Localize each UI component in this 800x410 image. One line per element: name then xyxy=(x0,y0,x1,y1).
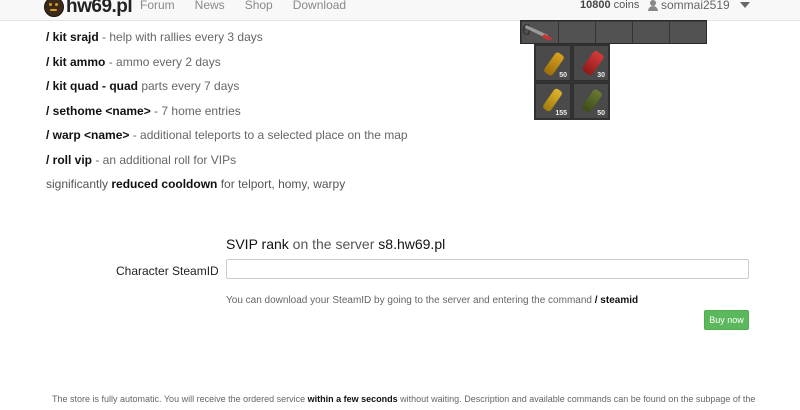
ammo-slot: 30 xyxy=(573,45,609,81)
feature-description: parts every 7 days xyxy=(138,79,240,93)
coins-label: coins xyxy=(613,0,640,11)
buy-now-button[interactable]: Buy now xyxy=(704,310,749,330)
site-logo[interactable]: hw69.pl xyxy=(44,0,133,18)
slot-count: 155 xyxy=(555,110,567,117)
rank-name: SVIP rank xyxy=(226,236,289,252)
hint-text: You can download your SteamID by going t… xyxy=(226,295,595,306)
logo-text: hw69.pl xyxy=(66,0,133,17)
feature-description: - help with rallies every 3 days xyxy=(98,30,263,44)
coins-balance: 10800 coins xyxy=(580,0,639,11)
title-connector: on the server xyxy=(288,236,379,252)
user-menu[interactable]: sommai2519 xyxy=(648,0,730,12)
feature-item: / kit ammo - ammo every 2 days xyxy=(46,53,506,78)
chevron-down-icon[interactable] xyxy=(740,2,750,8)
username: sommai2519 xyxy=(661,0,730,12)
slot-count: 50 xyxy=(597,110,605,117)
feature-command: / kit ammo xyxy=(46,54,106,69)
ammo-slot: 50 xyxy=(535,45,571,81)
slot-count: 50 xyxy=(559,72,567,79)
hint-command: / steamid xyxy=(594,295,639,306)
ammo-pistol-icon xyxy=(541,87,564,113)
slot-count: 30 xyxy=(597,72,605,79)
feature-command: / kit quad - quad xyxy=(46,79,138,93)
feature-description: - an additional roll for VIPs xyxy=(92,152,237,167)
rifle-icon xyxy=(525,25,552,41)
feature-command: / sethome <name> xyxy=(46,103,151,118)
nav-shop[interactable]: Shop xyxy=(245,0,273,12)
vip-features-list: / kit srajd - help with rallies every 3 … xyxy=(46,28,506,193)
cooldown-note-pre: significantly xyxy=(46,177,112,191)
feature-description: - ammo every 2 days xyxy=(105,54,221,69)
inventory-row-image: 6 xyxy=(520,20,707,44)
main-nav: Forum News Shop Download xyxy=(140,0,346,12)
inventory-slot: 6 xyxy=(522,22,559,43)
inventory-slot xyxy=(670,22,706,43)
ammo-slot: 155 xyxy=(535,83,571,119)
ammo-slot: 50 xyxy=(573,83,609,119)
steamid-input[interactable] xyxy=(226,259,749,279)
steamid-hint: You can download your SteamID by going t… xyxy=(226,295,638,306)
store-info-footer: The store is fully automatic. You will r… xyxy=(52,394,755,404)
nav-news[interactable]: News xyxy=(195,0,225,12)
feature-item: / kit quad - quad parts every 7 days xyxy=(46,77,506,102)
footer-post: without waiting. Description and availab… xyxy=(397,394,756,404)
user-icon xyxy=(648,0,658,11)
feature-item: / kit srajd - help with rallies every 3 … xyxy=(46,28,506,53)
server-name: s8.hw69.pl xyxy=(378,236,446,252)
coins-value: 10800 xyxy=(580,0,611,11)
nav-forum[interactable]: Forum xyxy=(140,0,175,12)
cooldown-note: significantly reduced cooldown for telpo… xyxy=(46,175,506,193)
purchase-title: SVIP rank on the server s8.hw69.pl xyxy=(226,236,445,252)
feature-command: / kit srajd xyxy=(46,30,99,44)
ammo-kit-image: 50 30 155 50 xyxy=(534,44,610,120)
feature-description: - 7 home entries xyxy=(150,103,241,118)
inventory-slot xyxy=(559,22,596,43)
feature-item: / warp <name> - additional teleports to … xyxy=(46,126,506,151)
feature-description: - additional teleports to a selected pla… xyxy=(129,128,408,142)
inventory-slot xyxy=(633,22,670,43)
feature-item: / roll vip - an additional roll for VIPs xyxy=(46,151,506,176)
inventory-slot xyxy=(596,22,633,43)
footer-bold: within a few seconds xyxy=(307,394,398,404)
feature-command: / roll vip xyxy=(46,152,93,167)
nav-download[interactable]: Download xyxy=(293,0,346,12)
logo-mascot-icon xyxy=(44,0,64,17)
feature-item: / sethome <name> - 7 home entries xyxy=(46,102,506,127)
steamid-label: Character SteamID xyxy=(116,264,219,278)
footer-pre: The store is fully automatic. You will r… xyxy=(52,394,308,404)
cooldown-note-bold: reduced cooldown xyxy=(111,177,218,191)
top-navbar: hw69.pl Forum News Shop Download 10800 c… xyxy=(0,0,800,21)
feature-command: / warp <name> xyxy=(46,128,130,142)
cooldown-note-post: for telport, homy, warpy xyxy=(217,177,346,191)
